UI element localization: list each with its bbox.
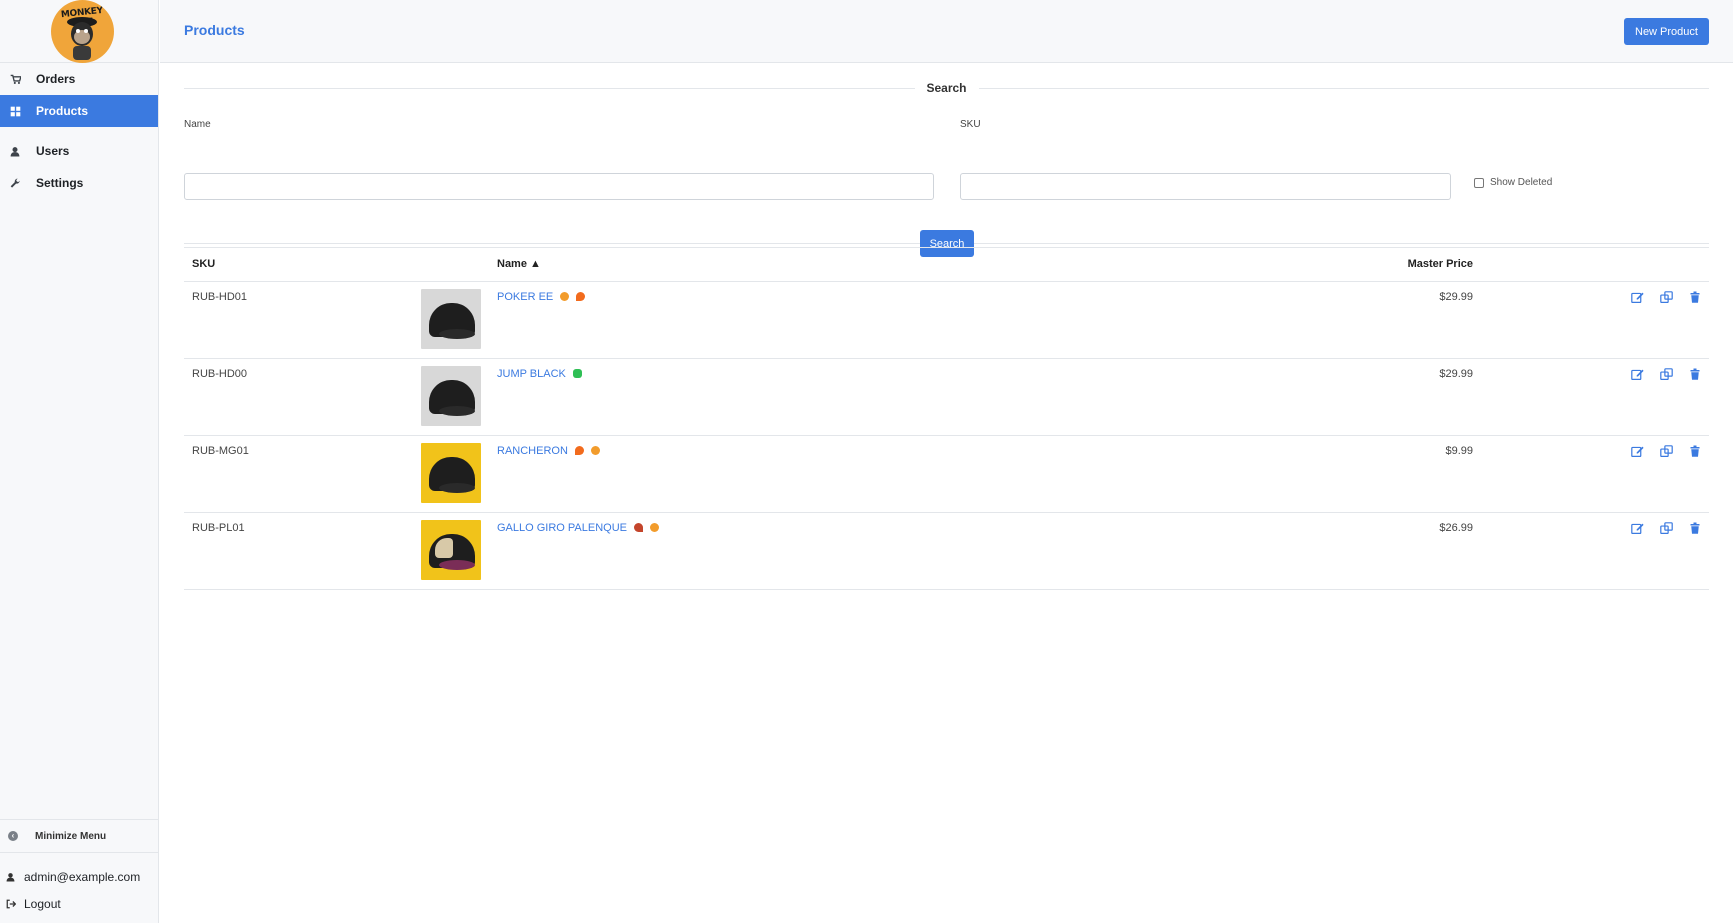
row-actions	[1631, 522, 1703, 536]
column-name[interactable]: Name ▲	[497, 258, 541, 270]
sku-input[interactable]	[960, 173, 1451, 200]
row-sku: RUB-PL01	[192, 522, 245, 534]
sidebar-item-users[interactable]: Users	[0, 135, 158, 167]
edit-icon[interactable]	[1631, 368, 1645, 382]
sidebar-item-settings[interactable]: Settings	[0, 167, 158, 199]
product-name-link[interactable]: RANCHERON	[497, 445, 601, 457]
sidebar-nav: Orders Products Users Settings	[0, 63, 158, 199]
minimize-menu-button[interactable]: ‹ Minimize Menu	[0, 819, 158, 853]
fire-icon	[576, 292, 586, 301]
wrench-icon	[8, 176, 22, 190]
four-leaf-clover-icon	[572, 369, 582, 378]
sidebar-footer: ‹ Minimize Menu admin@example.com Logout	[0, 819, 158, 923]
sidebar-item-label: Users	[36, 144, 70, 158]
smiling-face-hearts-icon	[560, 292, 570, 301]
search-form: Name SKU Show Deleted Search	[184, 89, 1709, 257]
show-deleted-label: Show Deleted	[1490, 177, 1553, 188]
table-row: RUB-HD00 JUMP BLACK $29.99	[184, 359, 1709, 436]
product-name-link[interactable]: POKER EE	[497, 291, 586, 303]
brand-logo[interactable]: MONKEY HAT	[51, 0, 114, 63]
table-row: RUB-PL01 GALLO GIRO PALENQUE $26.99	[184, 513, 1709, 590]
table-header: SKU Name ▲ Master Price	[184, 248, 1709, 282]
product-thumbnail[interactable]	[421, 289, 481, 349]
cap-brim-shape	[439, 483, 475, 493]
smiling-face-hearts-icon	[591, 446, 601, 455]
trash-icon[interactable]	[1689, 522, 1703, 536]
column-sku[interactable]: SKU	[192, 258, 215, 270]
cart-icon	[8, 72, 22, 86]
logout-label: Logout	[24, 896, 61, 911]
row-price: $29.99	[1439, 291, 1473, 303]
row-price: $26.99	[1439, 522, 1473, 534]
sidebar-item-label: Orders	[36, 72, 76, 86]
product-name: RANCHERON	[497, 445, 568, 457]
nav-spacer	[0, 127, 158, 135]
product-name: JUMP BLACK	[497, 368, 566, 380]
product-name-link[interactable]: JUMP BLACK	[497, 368, 582, 380]
cap-brim-shape	[439, 560, 475, 570]
column-name-label: Name	[497, 258, 527, 270]
current-user[interactable]: admin@example.com	[0, 863, 158, 890]
sidebar-item-label: Products	[36, 104, 89, 118]
sidebar-item-orders[interactable]: Orders	[0, 63, 158, 95]
sidebar-item-products[interactable]: Products	[0, 95, 158, 127]
chevron-left-icon: ‹	[8, 831, 18, 841]
new-product-button[interactable]: New Product	[1624, 18, 1709, 45]
column-master-price[interactable]: Master Price	[1408, 258, 1473, 270]
minimize-menu-label: Minimize Menu	[35, 830, 107, 842]
main-content: Search Name SKU Show Deleted Search SKU …	[184, 63, 1709, 590]
row-sku: RUB-MG01	[192, 445, 249, 457]
row-sku: RUB-HD00	[192, 368, 248, 380]
user-icon	[8, 144, 22, 158]
show-deleted-option[interactable]: Show Deleted	[1474, 177, 1552, 188]
sidebar-item-label: Settings	[36, 176, 84, 190]
sku-label: SKU	[960, 119, 981, 130]
product-thumbnail[interactable]	[421, 366, 481, 426]
edit-icon[interactable]	[1631, 291, 1645, 305]
copy-icon[interactable]	[1660, 368, 1674, 382]
products-table: SKU Name ▲ Master Price RUB-HD01 POKER E…	[184, 247, 1709, 590]
page-title: Products	[184, 22, 245, 38]
name-label: Name	[184, 119, 211, 130]
row-actions	[1631, 291, 1703, 305]
cap-brim-shape	[439, 329, 475, 339]
edit-icon[interactable]	[1631, 445, 1645, 459]
row-actions	[1631, 445, 1703, 459]
product-name: GALLO GIRO PALENQUE	[497, 522, 628, 534]
fire-icon	[574, 446, 584, 455]
grid-icon	[8, 104, 22, 118]
product-thumbnail[interactable]	[421, 443, 481, 503]
trash-icon[interactable]	[1689, 445, 1703, 459]
copy-icon[interactable]	[1660, 522, 1674, 536]
user-icon	[6, 872, 16, 882]
monkey-icon	[67, 16, 97, 60]
rooster-icon	[634, 523, 644, 532]
row-actions	[1631, 368, 1703, 382]
product-name-link[interactable]: GALLO GIRO PALENQUE	[497, 522, 660, 534]
logout-link[interactable]: Logout	[0, 890, 158, 917]
name-input[interactable]	[184, 173, 934, 200]
row-sku: RUB-HD01	[192, 291, 248, 303]
table-row: RUB-HD01 POKER EE $29.99	[184, 282, 1709, 359]
product-name: POKER EE	[497, 291, 554, 303]
sign-out-icon	[6, 899, 16, 909]
trash-icon[interactable]	[1689, 291, 1703, 305]
table-row: RUB-MG01 RANCHERON $9.99	[184, 436, 1709, 513]
show-deleted-checkbox[interactable]	[1474, 177, 1484, 188]
top-bar: Products New Product	[160, 0, 1733, 63]
row-price: $29.99	[1439, 368, 1473, 380]
product-thumbnail[interactable]	[421, 520, 481, 580]
edit-icon[interactable]	[1631, 522, 1645, 536]
smiling-face-hearts-icon	[650, 523, 660, 532]
sidebar: MONKEY HAT Orders Products	[0, 0, 159, 923]
user-email: admin@example.com	[24, 869, 141, 884]
trash-icon[interactable]	[1689, 368, 1703, 382]
copy-icon[interactable]	[1660, 291, 1674, 305]
copy-icon[interactable]	[1660, 445, 1674, 459]
cap-brim-shape	[439, 406, 475, 416]
sort-ascending-icon: ▲	[530, 258, 541, 270]
row-price: $9.99	[1445, 445, 1473, 457]
logo-area: MONKEY HAT	[0, 0, 158, 63]
